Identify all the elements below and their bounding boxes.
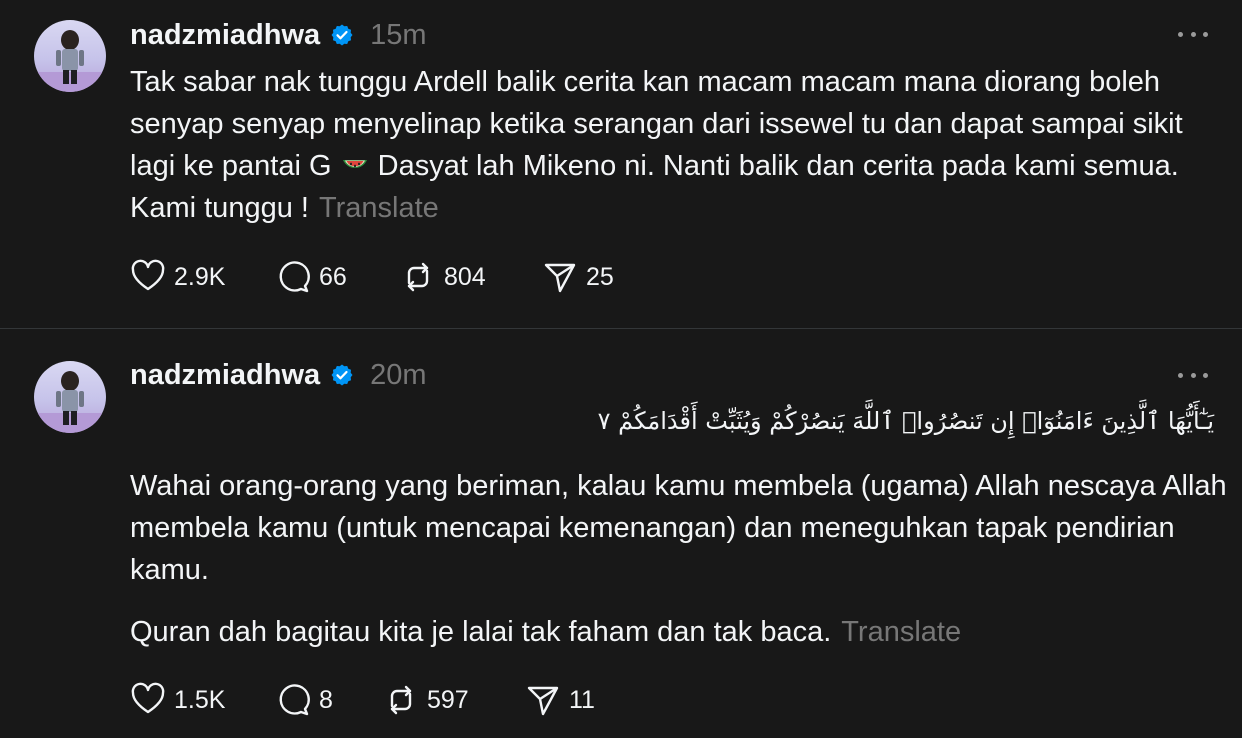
share-button[interactable]: 25	[542, 259, 614, 295]
post-text-paragraph: Wahai orang-orang yang beriman, kalau ka…	[130, 470, 1227, 586]
repost-icon	[390, 685, 412, 715]
post-actions: 2.9K 66 804 25	[130, 257, 614, 297]
repost-count: 597	[427, 685, 469, 714]
watermelon-icon	[342, 160, 367, 168]
like-count: 2.9K	[174, 262, 226, 291]
repost-count: 804	[444, 262, 486, 291]
translate-link[interactable]: Translate	[841, 616, 961, 648]
username[interactable]: nadzmiadhwa	[130, 19, 320, 52]
verified-badge-icon	[331, 364, 353, 386]
translate-link[interactable]: Translate	[319, 192, 439, 224]
post-text-paragraph: Quran dah bagitau kita je lalai tak faha…	[130, 611, 1230, 653]
send-icon	[527, 686, 559, 716]
thread-post[interactable]: nadzmiadhwa 20m يَـٰٓأَيُّهَا ٱلَّذِينَ …	[0, 329, 1242, 738]
avatar[interactable]	[34, 361, 106, 433]
reply-button[interactable]: 66	[275, 259, 400, 295]
post-actions: 1.5K 8 597 11	[130, 680, 595, 720]
heart-icon	[131, 259, 165, 291]
like-button[interactable]: 1.5K	[130, 682, 275, 718]
share-count: 11	[569, 685, 595, 714]
share-count: 25	[586, 262, 614, 291]
repost-icon	[407, 262, 429, 292]
verified-badge-icon	[331, 24, 353, 46]
heart-icon	[131, 682, 165, 714]
quran-verse: يَـٰٓأَيُّهَا ٱلَّذِينَ ءَامَنُوٓا۟ إِن …	[597, 407, 1214, 435]
more-options-icon[interactable]	[1178, 363, 1208, 387]
post-header: nadzmiadhwa 15m	[130, 18, 427, 52]
repost-button[interactable]: 597	[383, 682, 525, 718]
reply-button[interactable]: 8	[275, 682, 383, 718]
timestamp: 15m	[370, 18, 427, 51]
share-button[interactable]: 11	[525, 682, 595, 718]
like-count: 1.5K	[174, 685, 226, 714]
reply-count: 8	[319, 685, 333, 714]
send-icon	[544, 263, 576, 293]
reply-icon	[279, 684, 310, 716]
like-button[interactable]: 2.9K	[130, 259, 275, 295]
feed: nadzmiadhwa 15m Tak sabar nak tunggu Ard…	[0, 0, 1242, 738]
post-text-paragraph-2: Quran dah bagitau kita je lalai tak faha…	[130, 616, 832, 648]
username[interactable]: nadzmiadhwa	[130, 359, 320, 392]
timestamp: 20m	[370, 358, 427, 391]
thread-post[interactable]: nadzmiadhwa 15m Tak sabar nak tunggu Ard…	[0, 0, 1242, 328]
more-options-icon[interactable]	[1178, 22, 1208, 46]
reply-icon	[279, 261, 310, 293]
post-text: Tak sabar nak tunggu Ardell balik cerita…	[130, 61, 1220, 229]
post-header: nadzmiadhwa 20m	[130, 358, 427, 392]
repost-button[interactable]: 804	[400, 259, 542, 295]
reply-count: 66	[319, 262, 347, 291]
avatar[interactable]	[34, 20, 106, 92]
